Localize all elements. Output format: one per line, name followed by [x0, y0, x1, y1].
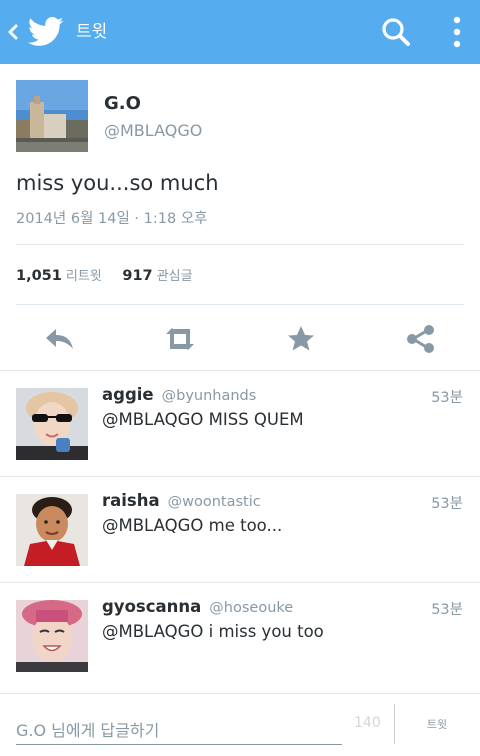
reply-avatar[interactable]	[16, 388, 88, 460]
divider	[0, 476, 480, 477]
reply-input[interactable]	[16, 709, 342, 745]
share-icon	[407, 325, 434, 353]
reply-compose-bar: 140 트윗	[0, 693, 480, 756]
reply-item[interactable]: aggie @byunhands 53분 @MBLAQGO MISS QUEM	[0, 372, 480, 476]
divider	[394, 704, 395, 744]
reply-author[interactable]: gyoscanna @hoseouke	[102, 597, 293, 616]
reply-timestamp: 53분	[431, 390, 463, 406]
retweet-button[interactable]	[162, 322, 198, 356]
reply-timestamp: 53분	[431, 496, 463, 512]
share-button[interactable]	[403, 322, 439, 356]
retweet-icon	[166, 328, 194, 350]
reply-author-handle[interactable]: @hoseouke	[209, 600, 293, 616]
author-name[interactable]: G.O	[104, 93, 141, 114]
tweet-text: miss you...so much	[16, 171, 219, 195]
reply-author-handle[interactable]: @byunhands	[162, 388, 257, 404]
reply-avatar[interactable]	[16, 494, 88, 566]
reply-button[interactable]	[42, 322, 78, 356]
tweet-timestamp: 2014년 6월 14일 · 1:18 오후	[16, 211, 208, 227]
avatar-photo	[16, 388, 88, 460]
favorite-label[interactable]: 관심글	[157, 269, 193, 284]
reply-text: @MBLAQGO me too...	[102, 516, 283, 535]
more-options-button[interactable]	[440, 12, 474, 52]
retweet-label[interactable]: 리트윗	[66, 269, 102, 284]
reply-avatar[interactable]	[16, 600, 88, 672]
divider	[0, 370, 480, 371]
avatar-photo	[16, 80, 88, 152]
author-handle[interactable]: @MBLAQGO	[104, 121, 202, 140]
app-header: 트윗	[0, 0, 480, 64]
tweet-stats: 1,051 리트윗 917 관심글	[16, 265, 209, 284]
retweet-count[interactable]: 1,051	[16, 268, 62, 284]
reply-author-name[interactable]: gyoscanna	[102, 597, 201, 616]
search-icon	[382, 18, 410, 46]
reply-author-name[interactable]: aggie	[102, 385, 154, 404]
character-counter: 140	[354, 715, 381, 731]
reply-author-handle[interactable]: @woontastic	[168, 494, 261, 510]
tweet-button[interactable]: 트윗	[404, 706, 470, 742]
chevron-left-icon	[8, 24, 18, 40]
header-title: 트윗	[76, 22, 108, 42]
favorite-count[interactable]: 917	[122, 268, 152, 284]
search-button[interactable]	[376, 12, 416, 52]
divider	[0, 582, 480, 583]
reply-item[interactable]: raisha @woontastic 53분 @MBLAQGO me too...	[0, 478, 480, 582]
reply-author[interactable]: aggie @byunhands	[102, 385, 256, 404]
author-avatar[interactable]	[16, 80, 88, 152]
more-vertical-icon	[453, 16, 461, 48]
divider	[16, 244, 464, 245]
reply-author-name[interactable]: raisha	[102, 491, 160, 510]
favorite-star-icon	[288, 326, 314, 351]
avatar-photo	[16, 494, 88, 566]
back-button[interactable]: 트윗	[0, 0, 130, 64]
reply-author[interactable]: raisha @woontastic	[102, 491, 261, 510]
avatar-photo	[16, 600, 88, 672]
reply-text: @MBLAQGO MISS QUEM	[102, 410, 304, 429]
favorite-button[interactable]	[283, 322, 319, 356]
reply-item[interactable]: gyoscanna @hoseouke 53분 @MBLAQGO i miss y…	[0, 584, 480, 688]
twitter-bird-icon	[28, 17, 64, 46]
reply-timestamp: 53분	[431, 602, 463, 618]
reply-icon	[46, 329, 73, 349]
divider	[16, 304, 464, 305]
reply-text: @MBLAQGO i miss you too	[102, 622, 324, 641]
